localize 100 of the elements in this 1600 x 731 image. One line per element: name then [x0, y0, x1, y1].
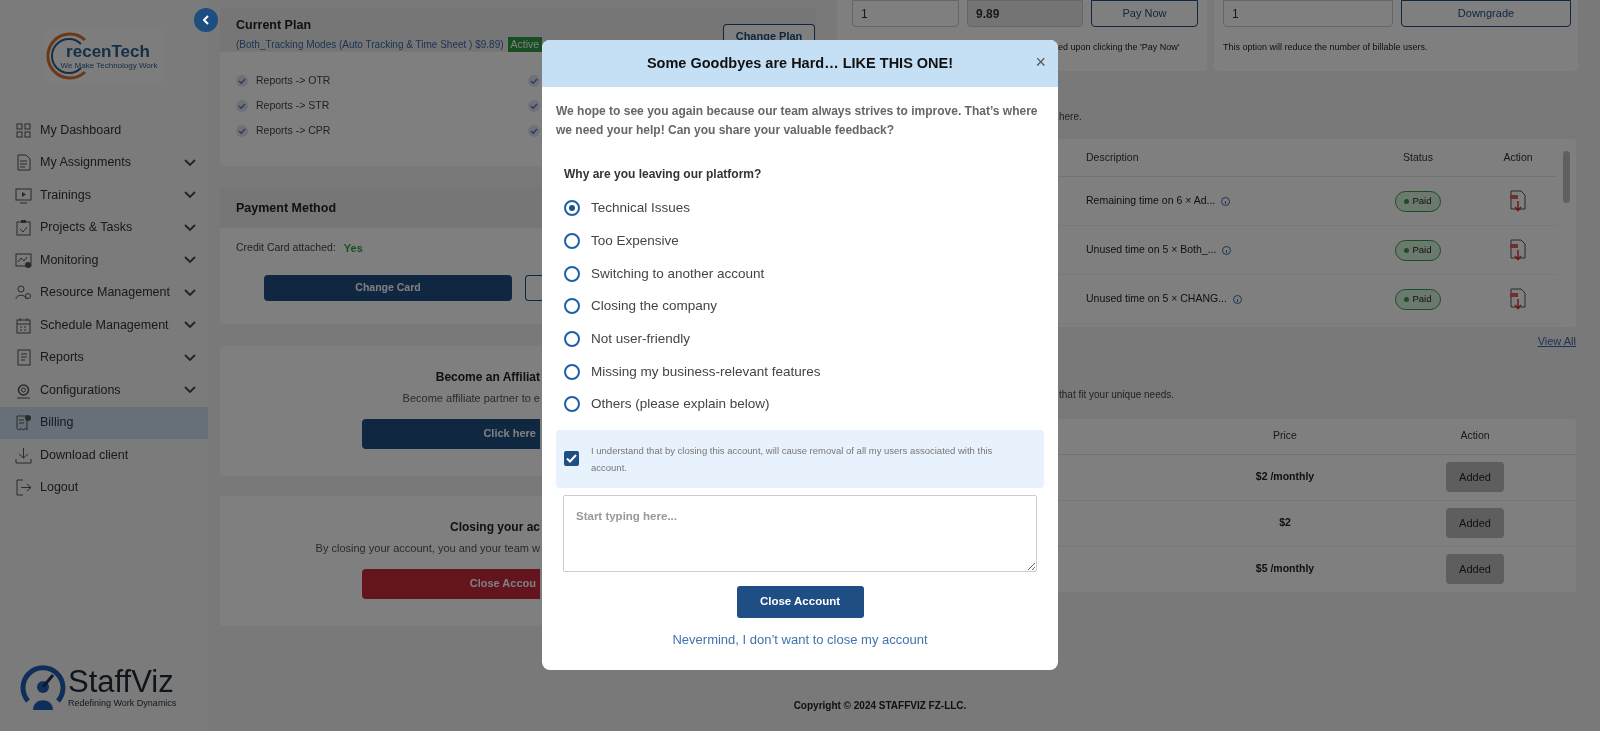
- radio-option[interactable]: Others (please explain below): [542, 388, 1058, 421]
- status-badge: Paid: [1395, 288, 1441, 310]
- pay-now-button[interactable]: Pay Now: [1091, 0, 1198, 27]
- table-cell-text: $2 /monthly: [1254, 469, 1316, 485]
- check-icon: [236, 75, 248, 87]
- feature-label: Reports -> CPR: [256, 123, 331, 139]
- intro-text: We hope to see you again because our team always strives to improve. That’s where we need your help! Can you share your valuable feedback?: [556, 103, 1039, 139]
- sidebar-item[interactable]: Schedule Management: [0, 309, 208, 342]
- dialog-title: Some Goodbyes are Hard… LIKE THIS ONE!: [646, 53, 954, 73]
- column-header: Price: [1272, 428, 1298, 444]
- column-header: Action: [1459, 428, 1491, 444]
- radio-option[interactable]: Too Expensive: [542, 224, 1058, 258]
- close-button[interactable]: ×: [1035, 52, 1046, 72]
- chevron-down-icon: [184, 256, 196, 265]
- logo-tagline: We Make Technology Work: [59, 60, 158, 70]
- column-header: Description: [1085, 149, 1140, 165]
- feedback-field[interactable]: Start typing here...: [563, 494, 1037, 572]
- sidebar-item[interactable]: My Assignments: [0, 146, 208, 179]
- pdf-download-icon[interactable]: [1509, 190, 1527, 212]
- chevron-down-icon: [184, 158, 196, 167]
- logout-icon: [15, 479, 32, 497]
- section-text: By closing your account, you and your team w: [315, 541, 540, 556]
- check-icon: [528, 125, 540, 137]
- table-cell: Unused time on 5 × CHANG...: [1086, 291, 1227, 307]
- sidebar-item[interactable]: Reports: [0, 341, 208, 374]
- quantity-field[interactable]: 1: [852, 0, 959, 27]
- gauge-person-drawing: [20, 663, 66, 711]
- chevron-down-icon: [184, 353, 196, 362]
- radio-option[interactable]: Technical Issues: [542, 192, 1058, 225]
- sidebar-item[interactable]: Billing: [0, 406, 208, 439]
- copyright-text: Copyright © 2024 STAFFVIZ FZ-LLC.: [793, 699, 967, 713]
- close-account-button[interactable]: Close Accou: [362, 568, 540, 599]
- radio-option[interactable]: Closing the company: [542, 290, 1058, 323]
- status-badge: Paid: [1395, 190, 1441, 212]
- chevron-down-icon: [184, 386, 196, 395]
- consent-text: I understand that by closing this account, will cause removal of all my users associated with this account.: [591, 443, 994, 475]
- sidebar-item[interactable]: Monitoring: [0, 244, 208, 277]
- change-card-button[interactable]: Change Card: [264, 274, 512, 301]
- question-text: Why are you leaving our platform?: [564, 166, 763, 183]
- section-text: here.: [1059, 111, 1083, 123]
- plan-title: Current Plan: [236, 17, 312, 34]
- sidebar-item[interactable]: Trainings: [0, 179, 208, 212]
- scrollbar-thumb[interactable]: [1563, 151, 1570, 203]
- added-button[interactable]: Added: [1446, 462, 1504, 492]
- sidebar-item[interactable]: Download client: [0, 439, 208, 472]
- view-all-link[interactable]: View All: [1537, 333, 1576, 350]
- added-button[interactable]: Added: [1446, 554, 1504, 584]
- download-icon: [15, 446, 32, 464]
- dot-icon: [1404, 247, 1410, 253]
- table-cell: Unused time on 5 × Both_...: [1086, 242, 1217, 258]
- receipt-icon: [15, 414, 32, 432]
- chevron-down-icon: [184, 321, 196, 330]
- monitor-icon: [15, 251, 32, 269]
- table-cell-text: $2: [1278, 515, 1292, 531]
- check-icon: [528, 100, 540, 112]
- outlined-button[interactable]: [525, 274, 543, 301]
- calendar-icon: [15, 316, 32, 334]
- amount-field: 9.89: [967, 0, 1083, 27]
- checkmark-icon: [566, 454, 577, 464]
- check-icon: [528, 75, 540, 87]
- pay-note: ed upon clicking the 'Pay Now': [1058, 41, 1181, 54]
- column-header: Status: [1402, 149, 1434, 165]
- sidebar-item[interactable]: My Dashboard: [0, 114, 208, 147]
- feature-label: Reports -> STR: [256, 98, 330, 114]
- sidebar-item[interactable]: Logout: [0, 471, 208, 504]
- downgrade-button[interactable]: Downgrade: [1401, 0, 1571, 27]
- added-button[interactable]: Added: [1446, 508, 1504, 538]
- staffviz-logo: StaffViz Redefining Work Dynamics: [20, 663, 208, 711]
- collapse-button[interactable]: [194, 8, 218, 32]
- section-title: Become an Affiliat: [435, 369, 540, 386]
- radio-option[interactable]: Switching to another account: [542, 257, 1058, 291]
- field-label: Credit Card attached:: [236, 240, 336, 256]
- section-title: Closing your ac: [449, 519, 540, 536]
- close-account-button[interactable]: Close Account: [736, 585, 864, 618]
- gear-icon: [15, 381, 32, 399]
- affiliate-button[interactable]: Click here: [362, 418, 540, 449]
- status-badge: Paid: [1395, 239, 1441, 261]
- checkbox[interactable]: [564, 451, 579, 467]
- radio-option[interactable]: Missing my business-relevant features: [542, 355, 1058, 389]
- table-cell-text: $5 /monthly: [1254, 561, 1316, 577]
- user-gear-icon: [15, 284, 32, 302]
- field-value: Yes: [343, 241, 363, 256]
- plan-name: (Both_Tracking Modes (Auto Tracking & Time Sheet ) $9.89): [236, 37, 504, 52]
- document-icon: [15, 154, 32, 172]
- cancel-link[interactable]: Nevermind, I don’t want to close my account: [672, 629, 928, 650]
- section-text: that fit your unique needs.: [1059, 387, 1176, 402]
- dot-icon: [1404, 198, 1410, 204]
- feature-label: Reports -> OTR: [256, 73, 331, 89]
- pdf-download-icon[interactable]: [1509, 288, 1527, 310]
- pdf-download-icon[interactable]: [1509, 239, 1527, 261]
- dot-icon: [1404, 296, 1410, 302]
- chevron-left-icon: [202, 15, 210, 25]
- table-cell: Remaining time on 6 × Ad...: [1086, 193, 1216, 209]
- logo-text: recenTech: [65, 42, 150, 61]
- radio-option[interactable]: Not user-friendly: [542, 322, 1058, 356]
- quantity-field[interactable]: 1: [1223, 0, 1393, 27]
- sidebar-item[interactable]: Configurations: [0, 374, 208, 407]
- sidebar-item[interactable]: Projects & Tasks: [0, 211, 208, 244]
- section-title: Payment Method: [236, 199, 336, 217]
- sidebar-item[interactable]: Resource Management: [0, 276, 208, 309]
